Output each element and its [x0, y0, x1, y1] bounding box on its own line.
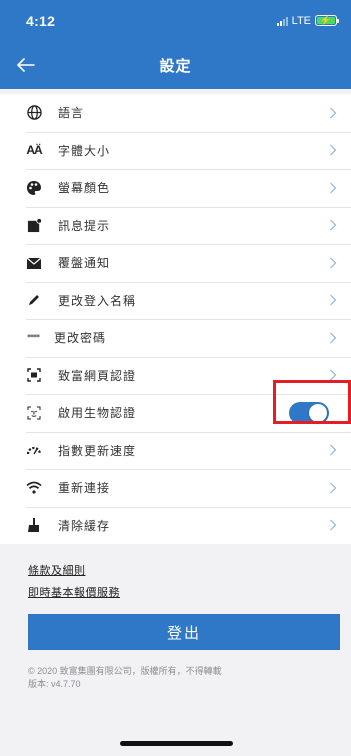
back-button[interactable]	[14, 53, 38, 77]
version-text: 版本: v4.7.70	[28, 679, 81, 689]
page-title: 設定	[159, 56, 192, 75]
chevron-right-icon	[330, 107, 337, 119]
settings-item-font-size[interactable]: AÄ 字體大小	[0, 131, 351, 170]
settings-item-clear-cache[interactable]: 清除緩存	[0, 506, 351, 545]
settings-item-label: 訊息提示	[58, 218, 111, 233]
settings-item-label: 指數更新速度	[58, 443, 137, 458]
quote-service-link[interactable]: 即時基本報價服務	[28, 584, 351, 600]
font-size-icon: AÄ	[26, 143, 42, 158]
status-indicators: LTE ⚡	[276, 14, 339, 27]
battery-icon: ⚡	[315, 15, 339, 26]
chevron-right-icon	[330, 332, 337, 344]
pencil-icon	[26, 292, 42, 308]
chevron-right-icon	[330, 219, 337, 231]
password-dots-icon: ****	[27, 333, 40, 343]
settings-list: 語言 AÄ 字體大小 螢幕顏色 訊息提示 覆盤通知 更改登入名稱 **** 更改…	[0, 94, 351, 544]
terms-link[interactable]: 條款及細則	[28, 562, 351, 578]
broom-icon	[26, 517, 42, 533]
settings-item-update-speed[interactable]: 指數更新速度	[0, 431, 351, 470]
highlight-box	[273, 380, 351, 424]
settings-item-change-password[interactable]: **** 更改密碼	[0, 319, 351, 357]
chevron-right-icon	[330, 294, 337, 306]
wifi-icon	[26, 480, 42, 496]
chevron-right-icon	[330, 144, 337, 156]
chevron-right-icon	[330, 444, 337, 456]
face-id-icon	[26, 405, 42, 421]
settings-item-notifications[interactable]: 訊息提示	[0, 206, 351, 245]
settings-item-label: 啟用生物認證	[58, 406, 137, 421]
settings-item-label: 清除緩存	[58, 518, 111, 533]
settings-item-change-login-name[interactable]: 更改登入名稱	[0, 281, 351, 320]
settings-item-label: 更改密碼	[54, 331, 107, 346]
settings-item-reconnect[interactable]: 重新連接	[0, 469, 351, 507]
chevron-right-icon	[330, 182, 337, 194]
links-section: 條款及細則 即時基本報價服務	[0, 544, 351, 600]
home-indicator	[120, 741, 233, 746]
copyright-text: © 2020 致富集團有限公司，版權所有，不得轉載	[28, 666, 222, 676]
palette-icon	[26, 180, 42, 196]
arrow-left-icon	[17, 58, 35, 72]
chevron-right-icon	[330, 519, 337, 531]
settings-item-label: 覆盤通知	[58, 256, 111, 271]
envelope-icon	[26, 255, 42, 271]
settings-item-language[interactable]: 語言	[0, 94, 351, 132]
settings-item-label: 螢幕顏色	[58, 181, 111, 196]
settings-item-review-notice[interactable]: 覆盤通知	[0, 244, 351, 282]
status-bar: 4:12 LTE ⚡	[0, 0, 351, 41]
settings-item-label: 語言	[58, 106, 85, 121]
signal-icon	[276, 16, 288, 26]
notification-icon	[26, 217, 42, 233]
chevron-right-icon	[330, 482, 337, 494]
scan-icon	[26, 367, 42, 383]
status-time: 4:12	[26, 12, 56, 29]
footer: © 2020 致富集團有限公司，版權所有，不得轉載 版本: v4.7.70	[28, 665, 222, 691]
settings-item-label: 重新連接	[58, 481, 111, 496]
settings-item-label: 字體大小	[58, 143, 111, 158]
globe-icon	[26, 105, 42, 121]
speedometer-icon	[26, 442, 42, 458]
settings-item-label: 更改登入名稱	[58, 293, 137, 308]
nav-bar: 設定	[0, 41, 351, 89]
chevron-right-icon	[330, 257, 337, 269]
logout-button[interactable]: 登出	[28, 614, 340, 650]
settings-item-screen-color[interactable]: 螢幕顏色	[0, 169, 351, 207]
network-label: LTE	[291, 14, 311, 27]
